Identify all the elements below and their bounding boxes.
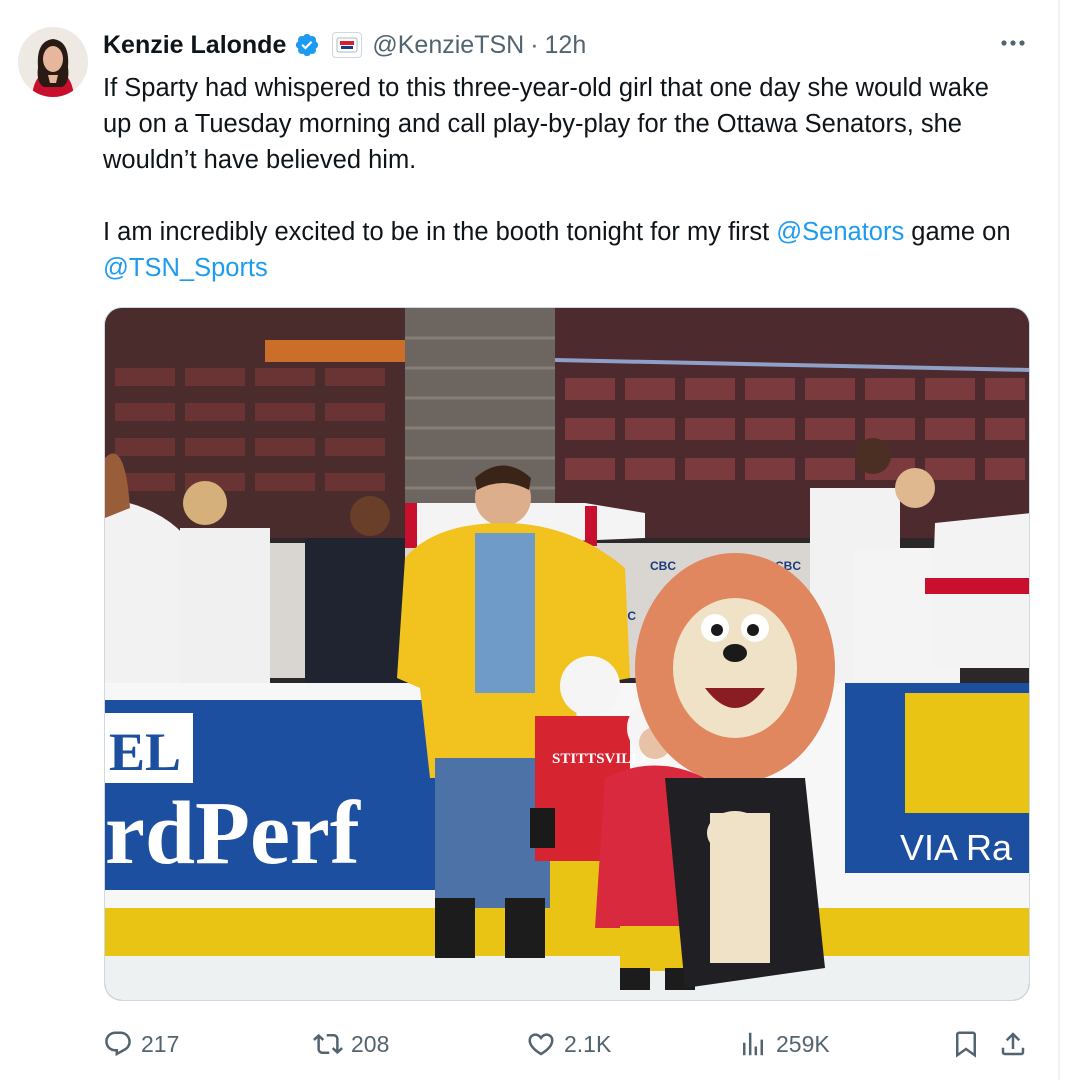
retweet-button[interactable]: 208 — [313, 1024, 389, 1064]
photo-illustration: CBCCBCCBCCBC CBC EL rdPerf VIA Ra — [105, 308, 1029, 1000]
reply-button[interactable]: 217 — [103, 1024, 179, 1064]
tweet-text: If Sparty had whispered to this three-ye… — [103, 70, 1023, 286]
bookmark-icon — [956, 1031, 976, 1058]
views-count: 259K — [776, 1030, 830, 1057]
tweet-photo[interactable]: CBCCBCCBCCBC CBC EL rdPerf VIA Ra — [104, 307, 1030, 1001]
timeline-border — [1058, 0, 1060, 1080]
mention-tsn-sports-link[interactable]: @TSN_Sports — [103, 254, 268, 282]
avatar-image — [18, 27, 88, 97]
svg-text:CBC: CBC — [650, 559, 676, 573]
more-dots-icon[interactable] — [998, 28, 1028, 58]
svg-text:rdPerf: rdPerf — [105, 784, 361, 883]
retweet-icon — [313, 1033, 343, 1055]
tweet-paragraph-1: If Sparty had whispered to this three-ye… — [103, 74, 989, 174]
tweet-paragraph-2: I am incredibly excited to be in the boo… — [103, 214, 1023, 286]
verified-badge-icon[interactable] — [294, 32, 320, 58]
avatar[interactable] — [18, 27, 88, 97]
header-separator: · — [530, 30, 539, 59]
reply-count: 217 — [141, 1030, 180, 1057]
reply-icon — [105, 1031, 131, 1057]
tweet-timestamp[interactable]: 12h — [545, 31, 587, 60]
text-segment: I am incredibly excited to be in the boo… — [103, 218, 777, 246]
like-button[interactable]: 2.1K — [526, 1024, 611, 1064]
heart-icon — [528, 1033, 554, 1056]
svg-text:EL: EL — [109, 722, 181, 782]
author-name[interactable]: Kenzie Lalonde — [103, 31, 286, 60]
author-handle[interactable]: @KenzieTSN — [372, 31, 524, 60]
views-button[interactable]: 259K — [738, 1024, 830, 1064]
svg-text:STITTSVILLE: STITTSVILLE — [552, 751, 651, 767]
retweet-count: 208 — [351, 1030, 390, 1057]
views-chart-icon — [743, 1032, 763, 1056]
svg-text:VIA Ra: VIA Ra — [900, 827, 1013, 868]
tweet-actions: 217 208 2.1K 259K — [103, 1024, 1033, 1064]
bookmark-button[interactable] — [951, 1024, 981, 1064]
share-button[interactable] — [998, 1024, 1028, 1064]
tsn-affiliate-badge-icon[interactable] — [332, 32, 363, 58]
mention-senators-link[interactable]: @Senators — [776, 218, 904, 246]
share-icon — [1001, 1032, 1025, 1056]
like-count: 2.1K — [564, 1030, 612, 1057]
tweet-header: Kenzie Lalonde @KenzieTSN · 12h — [103, 28, 586, 62]
text-segment: game on — [904, 218, 1011, 246]
